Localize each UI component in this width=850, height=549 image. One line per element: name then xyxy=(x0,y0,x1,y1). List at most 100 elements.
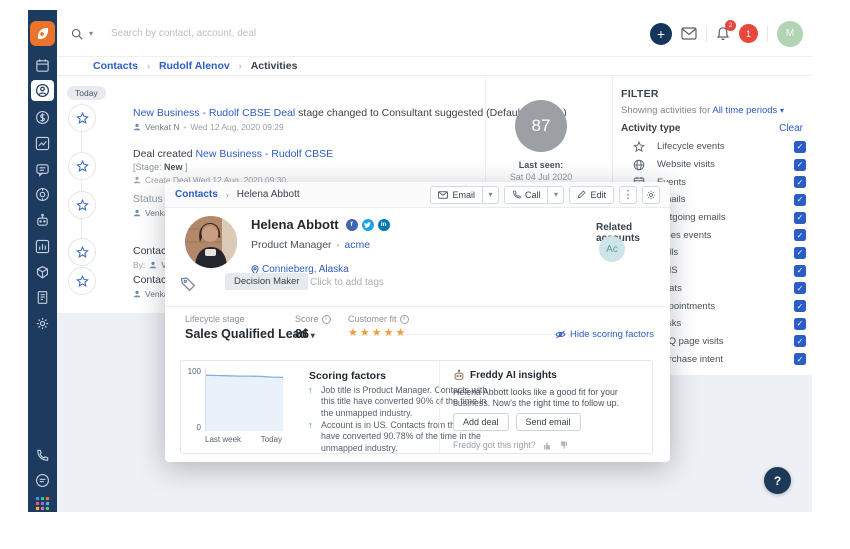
chart-y-max: 100 xyxy=(185,367,201,376)
facebook-icon[interactable]: f xyxy=(346,219,358,231)
checkbox-checked[interactable] xyxy=(794,141,806,153)
lifecycle-star-icon xyxy=(68,191,96,219)
freddy-insights-title: Freddy AI insights xyxy=(470,370,557,381)
breadcrumb-record[interactable]: Rudolf Alenov xyxy=(159,60,230,72)
sidebar-item-bot[interactable] xyxy=(35,213,50,228)
linkedin-icon[interactable]: in xyxy=(378,219,390,231)
checkbox-checked[interactable] xyxy=(794,212,806,224)
checkbox-checked[interactable] xyxy=(794,247,806,259)
sidebar-item-deals[interactable] xyxy=(35,110,50,125)
phone-icon xyxy=(512,190,521,199)
arrow-up-icon xyxy=(308,385,313,395)
related-account-avatar[interactable]: Ac xyxy=(599,236,625,262)
thumbs-down-icon[interactable] xyxy=(559,441,568,450)
breadcrumb-contacts[interactable]: Contacts xyxy=(93,60,138,72)
sidebar-item-products[interactable] xyxy=(35,265,50,280)
email-inbox-icon[interactable] xyxy=(681,27,697,40)
customer-fit-label: Customer fit xyxy=(348,314,409,324)
call-dropdown-caret[interactable] xyxy=(548,186,564,204)
user-icon xyxy=(133,290,141,298)
sidebar-item-conversations[interactable] xyxy=(35,162,50,177)
contact-company-link[interactable]: acme xyxy=(344,239,370,251)
add-tags-input[interactable]: Click to add tags xyxy=(310,277,384,288)
checkbox-checked[interactable] xyxy=(794,282,806,294)
section-divider xyxy=(165,306,670,307)
mail-icon xyxy=(438,191,448,199)
sidebar-item-calendar[interactable] xyxy=(35,58,50,73)
filter-row-website-visits: Website visits xyxy=(613,156,812,174)
settings-gear-icon[interactable] xyxy=(642,186,660,204)
search-scope-caret-icon[interactable] xyxy=(89,29,93,38)
filter-clear-link[interactable]: Clear xyxy=(779,123,803,134)
sidebar-item-apps-grid[interactable] xyxy=(35,496,50,511)
notifications-bell-icon[interactable]: 2 xyxy=(716,26,730,41)
chevron-down-icon xyxy=(780,106,784,115)
checkbox-checked[interactable] xyxy=(794,265,806,277)
filter-period-dropdown[interactable]: All time periods xyxy=(712,105,777,116)
modal-breadcrumb-contacts[interactable]: Contacts xyxy=(175,189,218,200)
checkbox-checked[interactable] xyxy=(794,335,806,347)
breadcrumb-page: Activities xyxy=(251,60,298,72)
sidebar xyxy=(28,10,57,512)
user-avatar[interactable]: M xyxy=(777,21,803,47)
checkbox-checked[interactable] xyxy=(794,300,806,312)
engagement-score: 87 xyxy=(515,100,567,152)
email-button[interactable]: Email xyxy=(430,186,483,204)
alerts-counter[interactable]: 1 xyxy=(739,24,758,43)
chevron-right-icon xyxy=(239,61,242,71)
contact-tag-chip[interactable]: Decision Maker xyxy=(225,273,308,290)
sidebar-item-phone[interactable] xyxy=(35,448,50,463)
sidebar-item-chat[interactable] xyxy=(35,473,50,488)
contact-role: Product Manager xyxy=(251,239,332,251)
checkbox-checked[interactable] xyxy=(794,353,806,365)
filter-title: FILTER xyxy=(621,88,659,100)
thumbs-up-icon[interactable] xyxy=(543,441,552,450)
modal-breadcrumb-current: Helena Abbott xyxy=(237,189,300,200)
twitter-icon[interactable] xyxy=(362,219,374,231)
topbar-divider xyxy=(767,26,768,42)
email-dropdown-caret[interactable] xyxy=(483,186,499,204)
contact-detail-modal: Contacts Helena Abbott Email Call xyxy=(165,182,670,462)
chart-y-min: 0 xyxy=(185,423,201,432)
lifecycle-star-icon xyxy=(68,267,96,295)
call-button[interactable]: Call xyxy=(504,186,549,204)
chart-x-start: Last week xyxy=(205,435,241,444)
quick-add-button[interactable] xyxy=(650,23,672,45)
send-email-button[interactable]: Send email xyxy=(516,413,581,431)
filter-showing: Showing activities for All time periods xyxy=(621,105,784,116)
search-input[interactable]: Search by contact, account, deal xyxy=(111,28,256,39)
sidebar-item-contacts-active[interactable] xyxy=(31,80,54,101)
freshsales-logo-icon[interactable] xyxy=(30,21,55,46)
topbar: Search by contact, account, deal 2 1 M xyxy=(57,10,812,57)
customer-fit-rating xyxy=(348,328,405,339)
timeline-item-deal-created: Deal created New Business - Rudolf CBSE … xyxy=(133,148,333,185)
more-actions-kebab[interactable] xyxy=(619,186,637,204)
checkbox-checked[interactable] xyxy=(794,318,806,330)
activity-type-label: Activity type xyxy=(621,123,680,134)
freddy-feedback-prompt: Freddy got this right? xyxy=(453,440,536,450)
chevron-right-icon xyxy=(147,61,150,71)
score-value: 86 xyxy=(295,327,309,341)
help-button[interactable] xyxy=(764,467,791,494)
checkbox-checked[interactable] xyxy=(794,176,806,188)
sidebar-item-documents[interactable] xyxy=(35,290,50,305)
global-search[interactable]: Search by contact, account, deal xyxy=(71,10,256,57)
edit-button[interactable]: Edit xyxy=(569,186,614,204)
add-deal-button[interactable]: Add deal xyxy=(453,413,509,431)
sidebar-item-reports[interactable] xyxy=(35,239,50,254)
sidebar-item-settings[interactable] xyxy=(35,316,50,331)
sidebar-item-goals[interactable] xyxy=(35,187,50,202)
checkbox-checked[interactable] xyxy=(794,159,806,171)
hide-scoring-factors-link[interactable]: Hide scoring factors xyxy=(555,329,654,340)
sidebar-item-analytics[interactable] xyxy=(35,136,50,151)
checkbox-checked[interactable] xyxy=(794,229,806,241)
star-filled-icon xyxy=(360,328,370,339)
scoring-factors-card: 100 0 Last week Today Scoring factors Jo… xyxy=(180,360,653,454)
lifecycle-stage-label: Lifecycle stage xyxy=(185,314,245,324)
checkbox-checked[interactable] xyxy=(794,194,806,206)
freddy-insight-message: Helena Abbott looks like a good fit for … xyxy=(453,387,651,410)
last-seen-date: Sat 04 Jul 2020 xyxy=(491,172,591,182)
timeline-item-stage-change: New Business - Rudolf CBSE Deal stage ch… xyxy=(133,107,567,132)
deal-link[interactable]: New Business - Rudolf CBSE xyxy=(195,148,333,160)
deal-link[interactable]: New Business - Rudolf CBSE Deal xyxy=(133,107,295,119)
